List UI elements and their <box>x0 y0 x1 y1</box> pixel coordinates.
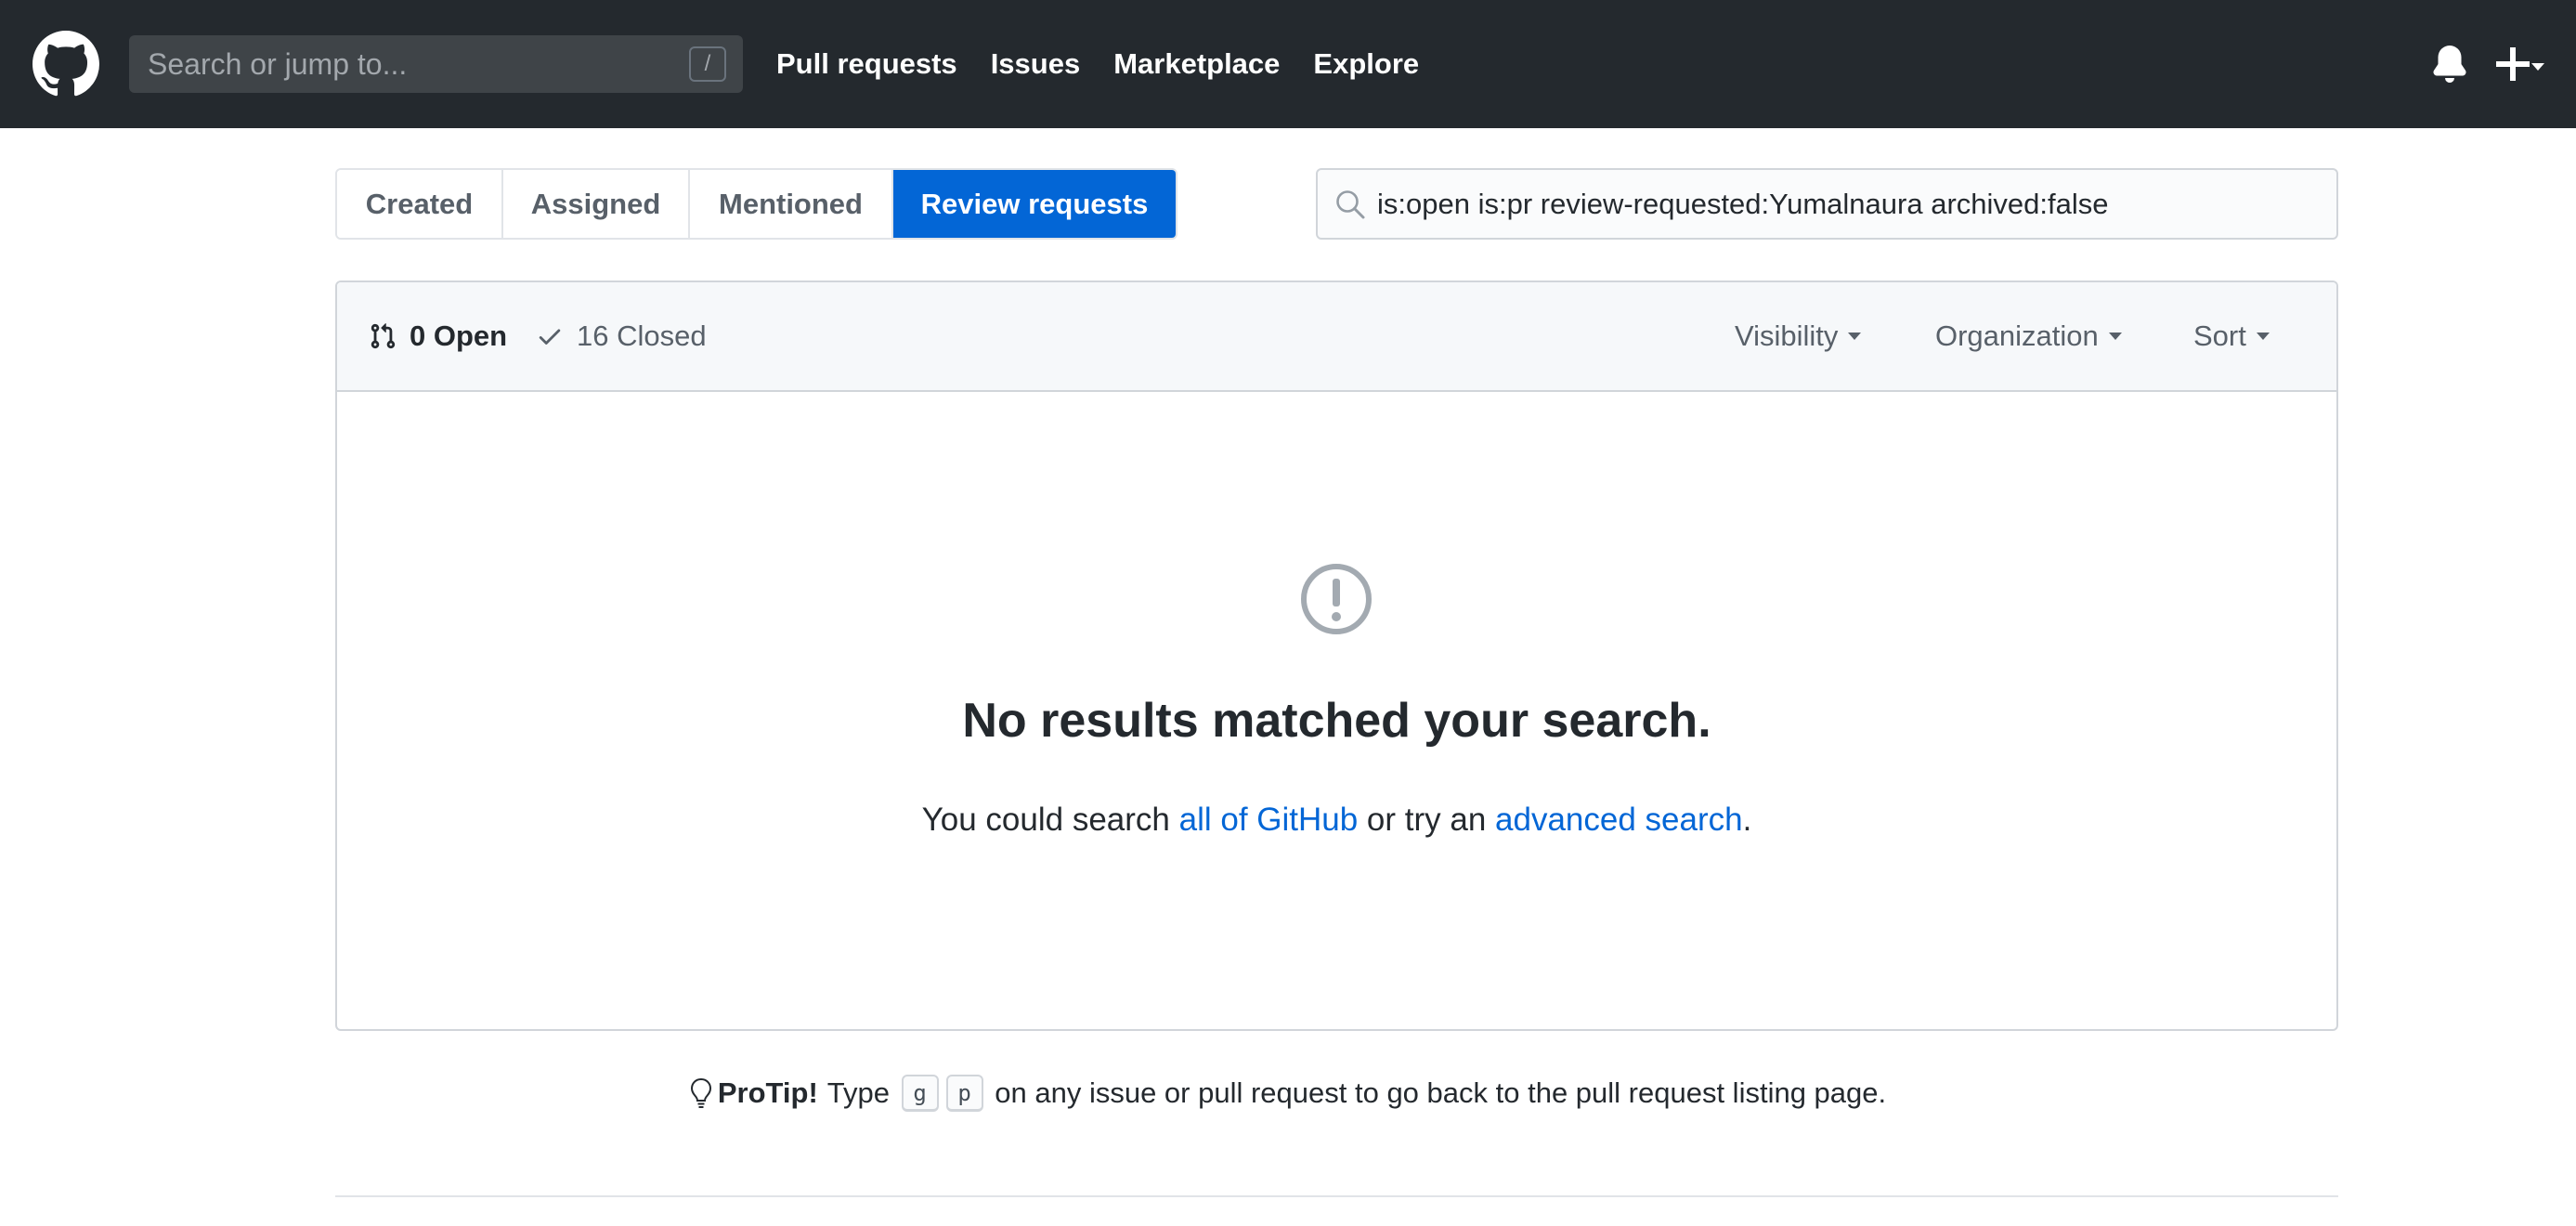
organization-select[interactable]: Organization <box>1935 282 2123 390</box>
tab-review-requests[interactable]: Review requests <box>893 170 1176 238</box>
blankslate: No results matched your search. You coul… <box>337 392 2336 1029</box>
light-bulb-icon <box>690 1077 711 1108</box>
sort-select[interactable]: Sort <box>2193 282 2270 390</box>
pull-request-icon <box>371 323 396 349</box>
caret-down-icon[interactable] <box>2531 59 2544 71</box>
caret-down-icon <box>2108 333 2122 340</box>
check-icon <box>539 329 561 345</box>
protip-label: ProTip! <box>717 1076 818 1109</box>
github-logo-icon[interactable] <box>33 31 99 98</box>
blankslate-prefix: You could search <box>921 802 1179 838</box>
search-icon <box>1334 189 1366 220</box>
kbd-g: g <box>901 1075 939 1112</box>
slash-shortcut-hint: / <box>689 46 726 82</box>
results-box: 0 Open 16 Closed Visibility Organization… <box>335 280 2338 1031</box>
footer-divider <box>335 1195 2338 1197</box>
nav-explore[interactable]: Explore <box>1313 47 1419 81</box>
site-header: / Pull requests Issues Marketplace Explo… <box>0 0 2576 128</box>
nav-marketplace[interactable]: Marketplace <box>1113 47 1280 81</box>
plus-icon[interactable] <box>2494 46 2531 83</box>
tab-assigned[interactable]: Assigned <box>503 170 690 238</box>
visibility-select[interactable]: Visibility <box>1735 282 1862 390</box>
caret-down-icon <box>2256 333 2270 340</box>
results-header: 0 Open 16 Closed Visibility Organization… <box>337 282 2336 392</box>
organization-label: Organization <box>1935 320 2099 352</box>
tab-mentioned[interactable]: Mentioned <box>690 170 893 238</box>
visibility-label: Visibility <box>1735 320 1839 352</box>
sort-label: Sort <box>2193 320 2246 352</box>
tab-created[interactable]: Created <box>337 170 503 238</box>
filter-search-input[interactable] <box>1377 170 2324 238</box>
filter-search <box>1316 168 2338 240</box>
caret-down-icon <box>1848 333 1862 340</box>
open-count: 0 Open <box>410 320 508 352</box>
bell-icon[interactable] <box>2431 45 2468 84</box>
alert-icon <box>1299 562 1373 636</box>
blankslate-text: You could search all of GitHub or try an… <box>337 802 2336 839</box>
blankslate-middle: or try an <box>1358 802 1496 838</box>
open-filter-link[interactable]: 0 Open <box>369 282 507 390</box>
all-of-github-link[interactable]: all of GitHub <box>1179 802 1359 838</box>
nav-issues[interactable]: Issues <box>991 47 1081 81</box>
nav-pull-requests[interactable]: Pull requests <box>776 47 957 81</box>
blankslate-title: No results matched your search. <box>962 694 1711 748</box>
header-nav: Pull requests Issues Marketplace Explore <box>776 0 1452 128</box>
protip: ProTip! Type g p on any issue or pull re… <box>0 1068 2576 1118</box>
protip-after: on any issue or pull request to go back … <box>995 1076 1887 1109</box>
global-search: / <box>129 35 743 93</box>
closed-count: 16 Closed <box>577 320 707 352</box>
global-search-input[interactable] <box>129 35 743 93</box>
blankslate-suffix: . <box>1742 802 1752 838</box>
closed-filter-link[interactable]: 16 Closed <box>536 282 707 390</box>
advanced-search-link[interactable]: advanced search <box>1495 802 1743 838</box>
kbd-p: p <box>945 1075 983 1112</box>
protip-before: Type <box>826 1076 890 1109</box>
pr-filter-tabs: Created Assigned Mentioned Review reques… <box>335 168 1177 240</box>
